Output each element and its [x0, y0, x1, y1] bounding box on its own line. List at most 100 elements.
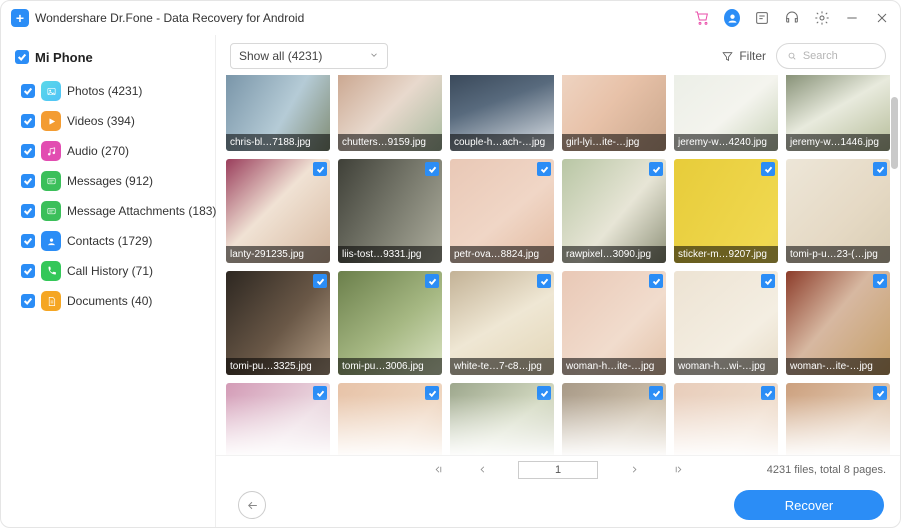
device-row[interactable]: Mi Phone — [15, 43, 205, 71]
user-icon[interactable] — [724, 10, 740, 26]
thumbnail-checkbox[interactable] — [537, 274, 551, 288]
back-button[interactable] — [238, 491, 266, 519]
category-checkbox[interactable] — [21, 264, 35, 278]
thumbnail-item[interactable]: girl-lyi…ite-…jpg — [562, 75, 666, 151]
thumbnail-item[interactable]: tomi-pu…3325.jpg — [226, 271, 330, 375]
thumbnail-caption: woman-…ite-…jpg — [786, 358, 890, 375]
thumbnail-caption: couple-h…ach-…jpg — [450, 134, 554, 151]
page-prev-button[interactable] — [474, 464, 490, 475]
thumbnail-checkbox[interactable] — [313, 162, 327, 176]
titlebar: + Wondershare Dr.Fone - Data Recovery fo… — [1, 1, 900, 35]
sidebar-item-messages[interactable]: Messages (912) — [15, 167, 205, 195]
category-checkbox[interactable] — [21, 84, 35, 98]
thumbnail-item[interactable]: tomi-p-u…23-(…jpg — [786, 159, 890, 263]
minimize-icon[interactable] — [844, 10, 860, 26]
sidebar-item-contacts[interactable]: Contacts (1729) — [15, 227, 205, 255]
sidebar-item-audio[interactable]: Audio (270) — [15, 137, 205, 165]
thumbnail-caption: woman-h…wi-…jpg — [674, 358, 778, 375]
thumbnail-item[interactable]: woman-…ite-…jpg — [786, 271, 890, 375]
device-checkbox[interactable] — [15, 50, 29, 64]
thumbnail-checkbox[interactable] — [649, 386, 663, 400]
thumbnail-item[interactable] — [450, 383, 554, 455]
audio-icon — [41, 141, 61, 161]
close-icon[interactable] — [874, 10, 890, 26]
search-box[interactable] — [776, 43, 886, 69]
cart-icon[interactable] — [694, 10, 710, 26]
page-next-button[interactable] — [626, 464, 642, 475]
main-panel: Show all (4231) Filter chris-bl…7188.jpg… — [216, 35, 900, 527]
thumbnail-checkbox[interactable] — [761, 162, 775, 176]
thumbnail-item[interactable]: jeremy-w…1446.jpg — [786, 75, 890, 151]
sidebar-item-attach[interactable]: Message Attachments (183) — [15, 197, 205, 225]
thumbnail-caption: tomi-pu…3006.jpg — [338, 358, 442, 375]
attach-icon — [41, 201, 61, 221]
sidebar-item-videos[interactable]: Videos (394) — [15, 107, 205, 135]
page-number-input[interactable]: 1 — [518, 461, 598, 479]
titlebar-actions — [694, 10, 890, 26]
thumbnail-checkbox[interactable] — [313, 274, 327, 288]
recover-button[interactable]: Recover — [734, 490, 884, 520]
feedback-icon[interactable] — [754, 10, 770, 26]
category-label: Message Attachments (183) — [67, 204, 216, 218]
thumbnail-checkbox[interactable] — [425, 386, 439, 400]
thumbnail-caption: rawpixel…3090.jpg — [562, 246, 666, 263]
thumbnail-checkbox[interactable] — [537, 386, 551, 400]
thumbnail-checkbox[interactable] — [425, 274, 439, 288]
category-checkbox[interactable] — [21, 234, 35, 248]
thumbnail-item[interactable]: chutters…9159.jpg — [338, 75, 442, 151]
search-icon — [787, 50, 797, 62]
category-checkbox[interactable] — [21, 294, 35, 308]
thumbnail-checkbox[interactable] — [761, 274, 775, 288]
settings-icon[interactable] — [814, 10, 830, 26]
thumbnail-item[interactable] — [338, 383, 442, 455]
page-last-button[interactable] — [670, 464, 686, 475]
thumbnail-item[interactable]: woman-h…wi-…jpg — [674, 271, 778, 375]
sidebar-item-docs[interactable]: Documents (40) — [15, 287, 205, 315]
thumbnail-item[interactable]: liis-tost…9331.jpg — [338, 159, 442, 263]
thumbnail-item[interactable]: white-te…7-c8…jpg — [450, 271, 554, 375]
category-checkbox[interactable] — [21, 144, 35, 158]
filter-button[interactable]: Filter — [721, 49, 766, 63]
thumbnail-checkbox[interactable] — [873, 274, 887, 288]
sidebar-item-callhist[interactable]: Call History (71) — [15, 257, 205, 285]
thumbnail-item[interactable]: sticker-m…9207.jpg — [674, 159, 778, 263]
category-checkbox[interactable] — [21, 174, 35, 188]
thumbnail-checkbox[interactable] — [649, 162, 663, 176]
thumbnail-item[interactable]: lanty-291235.jpg — [226, 159, 330, 263]
photos-icon — [41, 81, 61, 101]
thumbnail-caption: liis-tost…9331.jpg — [338, 246, 442, 263]
category-label: Documents (40) — [67, 294, 152, 308]
sidebar-item-photos[interactable]: Photos (4231) — [15, 77, 205, 105]
thumbnail-item[interactable] — [226, 383, 330, 455]
thumbnail-checkbox[interactable] — [537, 162, 551, 176]
category-checkbox[interactable] — [21, 204, 35, 218]
thumbnail-checkbox[interactable] — [761, 386, 775, 400]
thumbnail-checkbox[interactable] — [873, 386, 887, 400]
app-logo-icon: + — [11, 9, 29, 27]
thumbnail-checkbox[interactable] — [873, 162, 887, 176]
app-title: Wondershare Dr.Fone - Data Recovery for … — [35, 11, 304, 25]
thumbnail-checkbox[interactable] — [425, 162, 439, 176]
thumbnail-item[interactable]: jeremy-w…4240.jpg — [674, 75, 778, 151]
page-first-button[interactable] — [430, 464, 446, 475]
thumbnail-item[interactable]: woman-h…ite-…jpg — [562, 271, 666, 375]
thumbnail-item[interactable]: rawpixel…3090.jpg — [562, 159, 666, 263]
search-input[interactable] — [803, 50, 875, 62]
thumbnail-item[interactable] — [786, 383, 890, 455]
thumbnail-item[interactable] — [562, 383, 666, 455]
thumbnail-item[interactable] — [674, 383, 778, 455]
contacts-icon — [41, 231, 61, 251]
support-icon[interactable] — [784, 10, 800, 26]
messages-icon — [41, 171, 61, 191]
thumbnail-caption: woman-h…ite-…jpg — [562, 358, 666, 375]
thumbnail-checkbox[interactable] — [649, 274, 663, 288]
category-checkbox[interactable] — [21, 114, 35, 128]
thumbnail-item[interactable]: couple-h…ach-…jpg — [450, 75, 554, 151]
thumbnail-item[interactable]: tomi-pu…3006.jpg — [338, 271, 442, 375]
chevron-down-icon — [369, 49, 379, 63]
filter-dropdown[interactable]: Show all (4231) — [230, 43, 388, 69]
thumbnail-checkbox[interactable] — [313, 386, 327, 400]
category-label: Audio (270) — [67, 144, 129, 158]
thumbnail-item[interactable]: chris-bl…7188.jpg — [226, 75, 330, 151]
thumbnail-item[interactable]: petr-ova…8824.jpg — [450, 159, 554, 263]
